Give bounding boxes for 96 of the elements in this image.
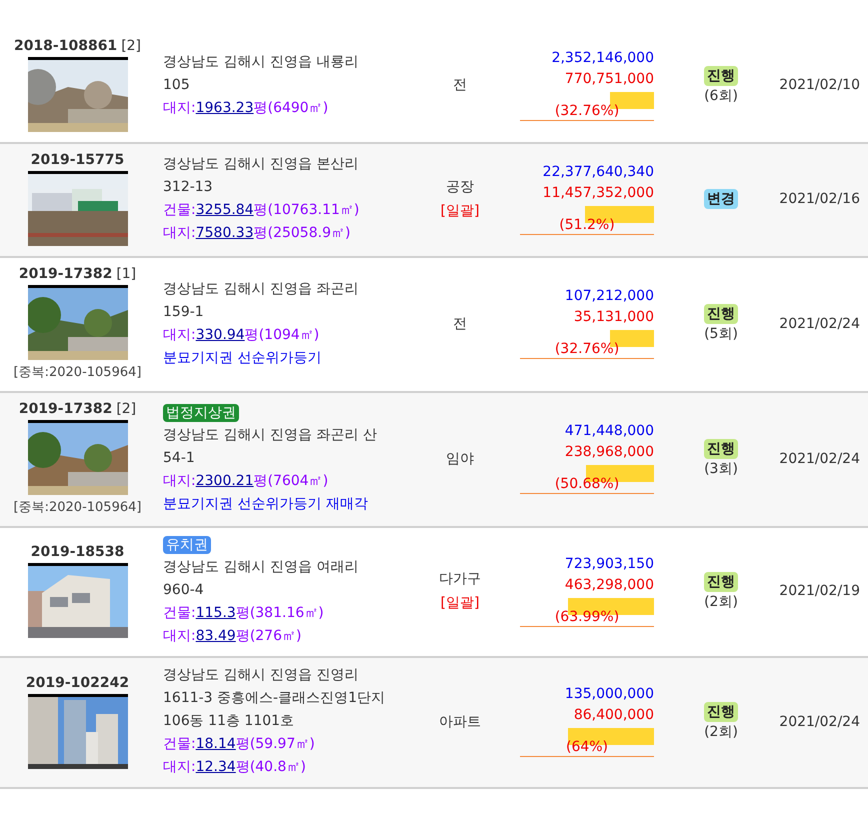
appraisal-price: 22,377,640,340 (542, 164, 654, 180)
area-label: 대지: (163, 627, 196, 646)
batch-text: [일괄] (440, 202, 480, 220)
case-number[interactable]: 2019-15775 (30, 152, 124, 168)
item-number: [2] (121, 38, 142, 54)
case-number[interactable]: 2019-18538 (30, 544, 124, 560)
status-badge: 진행 (704, 702, 738, 722)
case-number[interactable]: 2019-102242 (26, 674, 130, 690)
sale-date: 2021/02/24 (779, 450, 860, 466)
address-text: 경상남도 김해시 진영읍 좌곤리 산 (163, 426, 377, 444)
minimum-price: 86,400,000 (574, 707, 654, 723)
address-text: 312-13 (163, 178, 213, 197)
address-text: 1611-3 중흥에스-클래스진영1단지 (163, 689, 385, 708)
address-text: 경상남도 김해시 진영읍 여래리 (163, 558, 358, 577)
area-unit: 평(6490㎡) (254, 98, 328, 118)
ratio-percent: (32.76%) (554, 104, 620, 118)
sale-date: 2021/02/24 (779, 316, 860, 332)
tag-badge: 유치권 (163, 536, 211, 554)
area-label: 건물: (163, 735, 196, 754)
address-text: 54-1 (163, 448, 195, 468)
ratio-percent: (50.68%) (554, 477, 620, 492)
usage-text: 아파트 (439, 712, 481, 730)
area-label: 대지: (163, 472, 196, 490)
duplicate-case-number: [중복:2020-105964] (14, 499, 142, 516)
appraisal-price: 135,000,000 (564, 686, 654, 702)
status-badge: 진행 (704, 304, 738, 324)
round-count: (5회) (704, 325, 738, 343)
round-count: (2회) (704, 592, 738, 610)
minimum-price: 238,968,000 (564, 444, 654, 460)
round-count: (6회) (704, 86, 738, 104)
case-number[interactable]: 2019-17382 (18, 401, 112, 417)
usage-text: 임야 (446, 450, 474, 468)
address-text: 105 (163, 76, 190, 94)
area-link[interactable]: 18.14 (196, 735, 236, 754)
usage-text: 전 (453, 76, 467, 94)
appraisal-price: 723,903,150 (564, 556, 654, 572)
note-text: 분묘기지권 선순위가등기 재매각 (163, 494, 368, 514)
address-text: 경상남도 김해시 진영읍 본산리 (163, 155, 358, 174)
area-unit: 평(10763.11㎡) (254, 201, 360, 220)
status-badge: 진행 (704, 66, 738, 86)
note-text: 분묘기지권 선순위가등기 (163, 348, 322, 368)
area-link[interactable]: 2300.21 (196, 472, 254, 490)
status-badge: 진행 (704, 439, 738, 459)
address-text: 경상남도 김해시 진영읍 진영리 (163, 666, 358, 685)
ratio-percent: (51.2%) (559, 218, 615, 232)
area-unit: 평(7604㎡) (254, 472, 328, 490)
appraisal-price: 471,448,000 (564, 423, 654, 439)
area-unit: 평(381.16㎡) (236, 604, 324, 623)
status-badge: 변경 (704, 189, 738, 209)
item-number: [1] (116, 266, 136, 282)
area-label: 대지: (163, 98, 196, 118)
appraisal-price: 107,212,000 (564, 288, 654, 304)
area-link[interactable]: 330.94 (196, 326, 245, 344)
area-label: 대지: (163, 758, 196, 777)
area-link[interactable]: 3255.84 (196, 201, 254, 220)
area-label: 건물: (163, 201, 196, 220)
area-link[interactable]: 83.49 (196, 627, 236, 646)
area-unit: 평(25058.9㎡) (254, 224, 350, 243)
area-unit: 평(40.8㎡) (236, 758, 306, 777)
duplicate-case-number: [중복:2020-105964] (14, 364, 142, 381)
area-label: 대지: (163, 326, 196, 344)
area-label: 대지: (163, 224, 196, 243)
area-link[interactable]: 7580.33 (196, 224, 254, 243)
area-unit: 평(59.97㎡) (236, 735, 315, 754)
sale-date: 2021/02/19 (779, 583, 860, 599)
round-count: (2회) (704, 723, 738, 741)
address-text: 960-4 (163, 581, 204, 600)
usage-text: 전 (453, 314, 467, 332)
sale-date: 2021/02/10 (779, 77, 860, 93)
area-link[interactable]: 115.3 (196, 604, 236, 623)
round-count: (3회) (704, 460, 738, 478)
minimum-price: 770,751,000 (564, 70, 654, 86)
address-text: 경상남도 김해시 진영읍 내룡리 (163, 52, 358, 72)
address-text: 경상남도 김해시 진영읍 좌곤리 (163, 280, 358, 298)
area-unit: 평(1094㎡) (244, 326, 320, 344)
appraisal-price: 2,352,146,000 (552, 50, 654, 66)
item-number: [2] (116, 401, 136, 417)
tag-badge: 법정지상권 (163, 404, 239, 422)
usage-text: 공장 (446, 178, 474, 196)
usage-text: 다가구 (439, 570, 481, 588)
case-number[interactable]: 2018-108861 (14, 38, 118, 54)
area-unit: 평(276㎡) (236, 627, 302, 646)
sale-date: 2021/02/16 (779, 191, 860, 207)
minimum-price: 11,457,352,000 (542, 184, 654, 200)
sale-date: 2021/02/24 (779, 714, 860, 730)
status-badge: 진행 (704, 572, 738, 592)
area-link[interactable]: 1963.23 (196, 98, 254, 118)
area-label: 건물: (163, 604, 196, 623)
address-text: 159-1 (163, 302, 204, 322)
minimum-price: 463,298,000 (564, 576, 654, 592)
ratio-percent: (32.76%) (554, 342, 620, 357)
case-number[interactable]: 2019-17382 (18, 266, 112, 282)
minimum-price: 35,131,000 (574, 309, 654, 325)
area-link[interactable]: 12.34 (196, 758, 236, 777)
address-text: 106동 11층 1101호 (163, 712, 294, 731)
batch-text: [일괄] (440, 594, 480, 612)
